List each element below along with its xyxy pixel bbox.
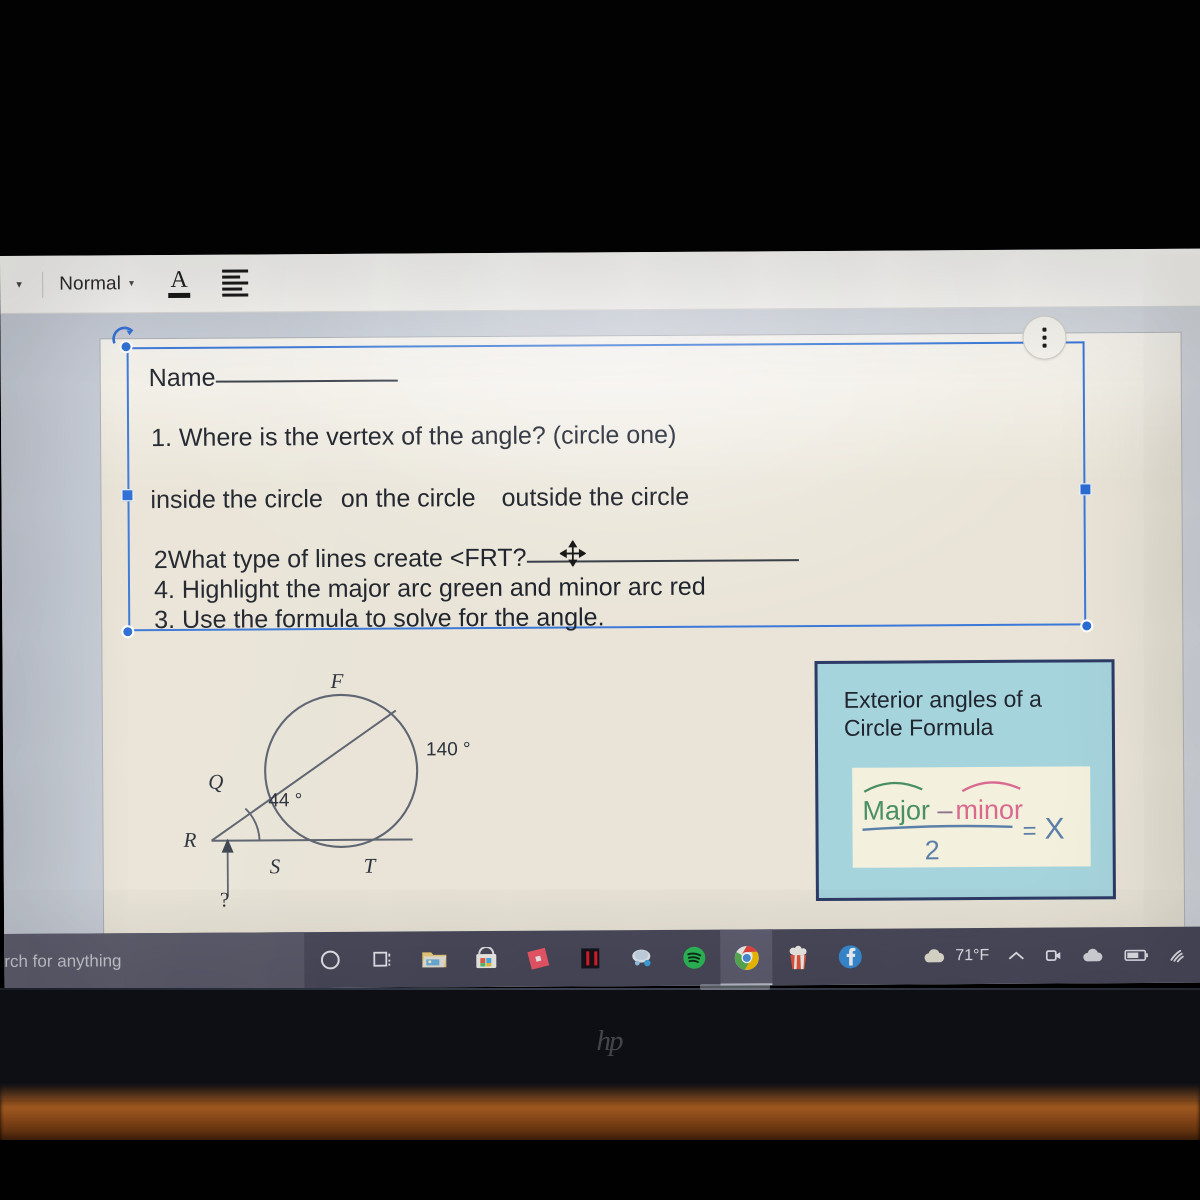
resize-handle-bottom-right[interactable] xyxy=(1080,619,1094,633)
move-cursor-icon xyxy=(559,540,586,567)
circle-shape xyxy=(264,693,419,848)
rotate-handle-icon[interactable] xyxy=(110,323,138,351)
label-unknown: ? xyxy=(220,888,229,909)
label-Q: Q xyxy=(208,770,223,794)
answer-options: inside the circle on the circle outside th… xyxy=(150,483,690,514)
document-text: Name 1. Where is the vertex of the angle… xyxy=(149,351,1069,634)
name-label: Name xyxy=(148,363,216,393)
resize-handle-bottom-left[interactable] xyxy=(121,625,135,639)
label-T: T xyxy=(364,854,377,878)
chevron-up-icon[interactable] xyxy=(998,928,1034,984)
numerator-minor: minor xyxy=(955,795,1023,825)
search-input[interactable]: rch for anything xyxy=(4,932,305,990)
text-color-label: A xyxy=(170,266,188,293)
secant-rst xyxy=(211,838,413,842)
numerator-minus: – xyxy=(937,795,952,825)
numerator-major: Major xyxy=(862,795,930,825)
fraction-bar xyxy=(862,824,1013,831)
formula-card: Exterior angles of a Circle Formula Majo… xyxy=(814,659,1116,902)
system-tray: 71°F xyxy=(912,927,1200,985)
docs-toolbar: ▾ Normal ▾ A xyxy=(0,248,1200,314)
textbox-border-top xyxy=(126,341,1085,350)
label-F: F xyxy=(330,669,344,693)
toolbar-divider xyxy=(42,271,44,298)
resize-handle-middle-left[interactable] xyxy=(121,489,134,502)
circle-geometry-figure: F Q R S T ? 44 ° 140 ° xyxy=(183,669,471,909)
option-inside-the-circle[interactable]: inside the circle xyxy=(150,485,322,514)
search-placeholder: rch for anything xyxy=(4,951,122,971)
align-left-icon[interactable] xyxy=(222,269,249,297)
question-2: 2What type of lines create <FRT? xyxy=(153,543,799,575)
cloud-icon xyxy=(924,949,945,963)
text-color-swatch xyxy=(168,292,191,298)
netflix-icon[interactable] xyxy=(564,930,616,986)
angle-arc-at-r xyxy=(244,807,261,841)
wifi-icon[interactable] xyxy=(1158,927,1198,983)
task-view-icon[interactable] xyxy=(356,932,408,988)
hp-logo: hp xyxy=(596,1025,624,1057)
facebook-icon[interactable] xyxy=(824,929,876,985)
arc-over-major xyxy=(863,781,923,793)
formula-expression: Major – minor 2 = X xyxy=(862,781,1065,865)
taskbar-app-icons xyxy=(304,929,876,988)
spotify-icon[interactable] xyxy=(668,930,720,986)
onedrive-cloud-icon[interactable] xyxy=(1072,927,1114,983)
text-color-button[interactable]: A xyxy=(168,266,191,298)
cortana-icon[interactable] xyxy=(304,932,356,988)
question-4: 4. Highlight the major arc green and min… xyxy=(153,572,706,605)
microsoft-store-icon[interactable] xyxy=(460,931,512,987)
weather-widget[interactable]: 71°F xyxy=(912,928,998,985)
question-1: 1. Where is the vertex of the angle? (ci… xyxy=(151,420,677,453)
label-S: S xyxy=(270,854,281,878)
roblox-icon[interactable] xyxy=(512,931,564,987)
popcorn-icon[interactable] xyxy=(772,929,824,985)
photo-of-laptop-screen: ▾ Normal ▾ A Name 1. Where is the vertex… xyxy=(0,0,1200,1200)
document-workspace: Name 1. Where is the vertex of the angle… xyxy=(0,306,1200,940)
meet-now-icon[interactable] xyxy=(1034,927,1072,983)
vertical-ellipsis-icon[interactable] xyxy=(1022,315,1067,360)
formula-title-line-1: Exterior angles of a xyxy=(843,685,1042,713)
resize-handle-middle-right[interactable] xyxy=(1079,483,1092,496)
paragraph-style-label: Normal xyxy=(59,272,122,295)
name-line: Name xyxy=(149,364,398,392)
windows-taskbar: rch for anything 71°F xyxy=(4,926,1200,990)
battery-icon[interactable] xyxy=(1114,927,1158,983)
denominator: 2 xyxy=(925,835,940,865)
result-x: X xyxy=(1044,813,1064,846)
angle-44-label: 44 ° xyxy=(268,790,302,811)
secant-rqf xyxy=(210,709,397,842)
arc-over-minor xyxy=(961,781,1021,793)
chrome-icon[interactable] xyxy=(720,929,773,986)
question-3: 3. Use the formula to solve for the angl… xyxy=(154,603,605,635)
paint-icon[interactable] xyxy=(616,930,668,986)
label-R: R xyxy=(183,828,197,852)
laptop-screen: ▾ Normal ▾ A Name 1. Where is the vertex… xyxy=(0,248,1200,990)
question-2-text: 2What type of lines create <FRT? xyxy=(153,543,527,575)
formula-title: Exterior angles of a Circle Formula xyxy=(844,684,1092,742)
photo-top-black-band xyxy=(0,0,1200,256)
document-page: Name 1. Where is the vertex of the angle… xyxy=(100,315,1185,940)
formula-handwriting-area: Major – minor 2 = X xyxy=(852,766,1091,868)
chevron-down-icon: ▾ xyxy=(128,278,135,290)
name-blank xyxy=(215,379,398,383)
equals-sign: = xyxy=(1022,818,1036,845)
file-explorer-icon[interactable] xyxy=(408,931,460,987)
temperature-label: 71°F xyxy=(955,946,990,965)
option-outside-the-circle[interactable]: outside the circle xyxy=(502,483,690,512)
selected-text-box[interactable]: Name 1. Where is the vertex of the angle… xyxy=(112,315,1094,639)
photo-bottom-black-band xyxy=(0,1140,1200,1200)
paragraph-style-dropdown[interactable]: Normal ▾ xyxy=(59,273,134,295)
formula-title-line-2: Circle Formula xyxy=(843,713,994,741)
arc-140-label: 140 ° xyxy=(426,739,471,760)
chevron-down-icon[interactable]: ▾ xyxy=(6,278,32,291)
option-on-the-circle[interactable]: on the circle xyxy=(341,484,476,513)
